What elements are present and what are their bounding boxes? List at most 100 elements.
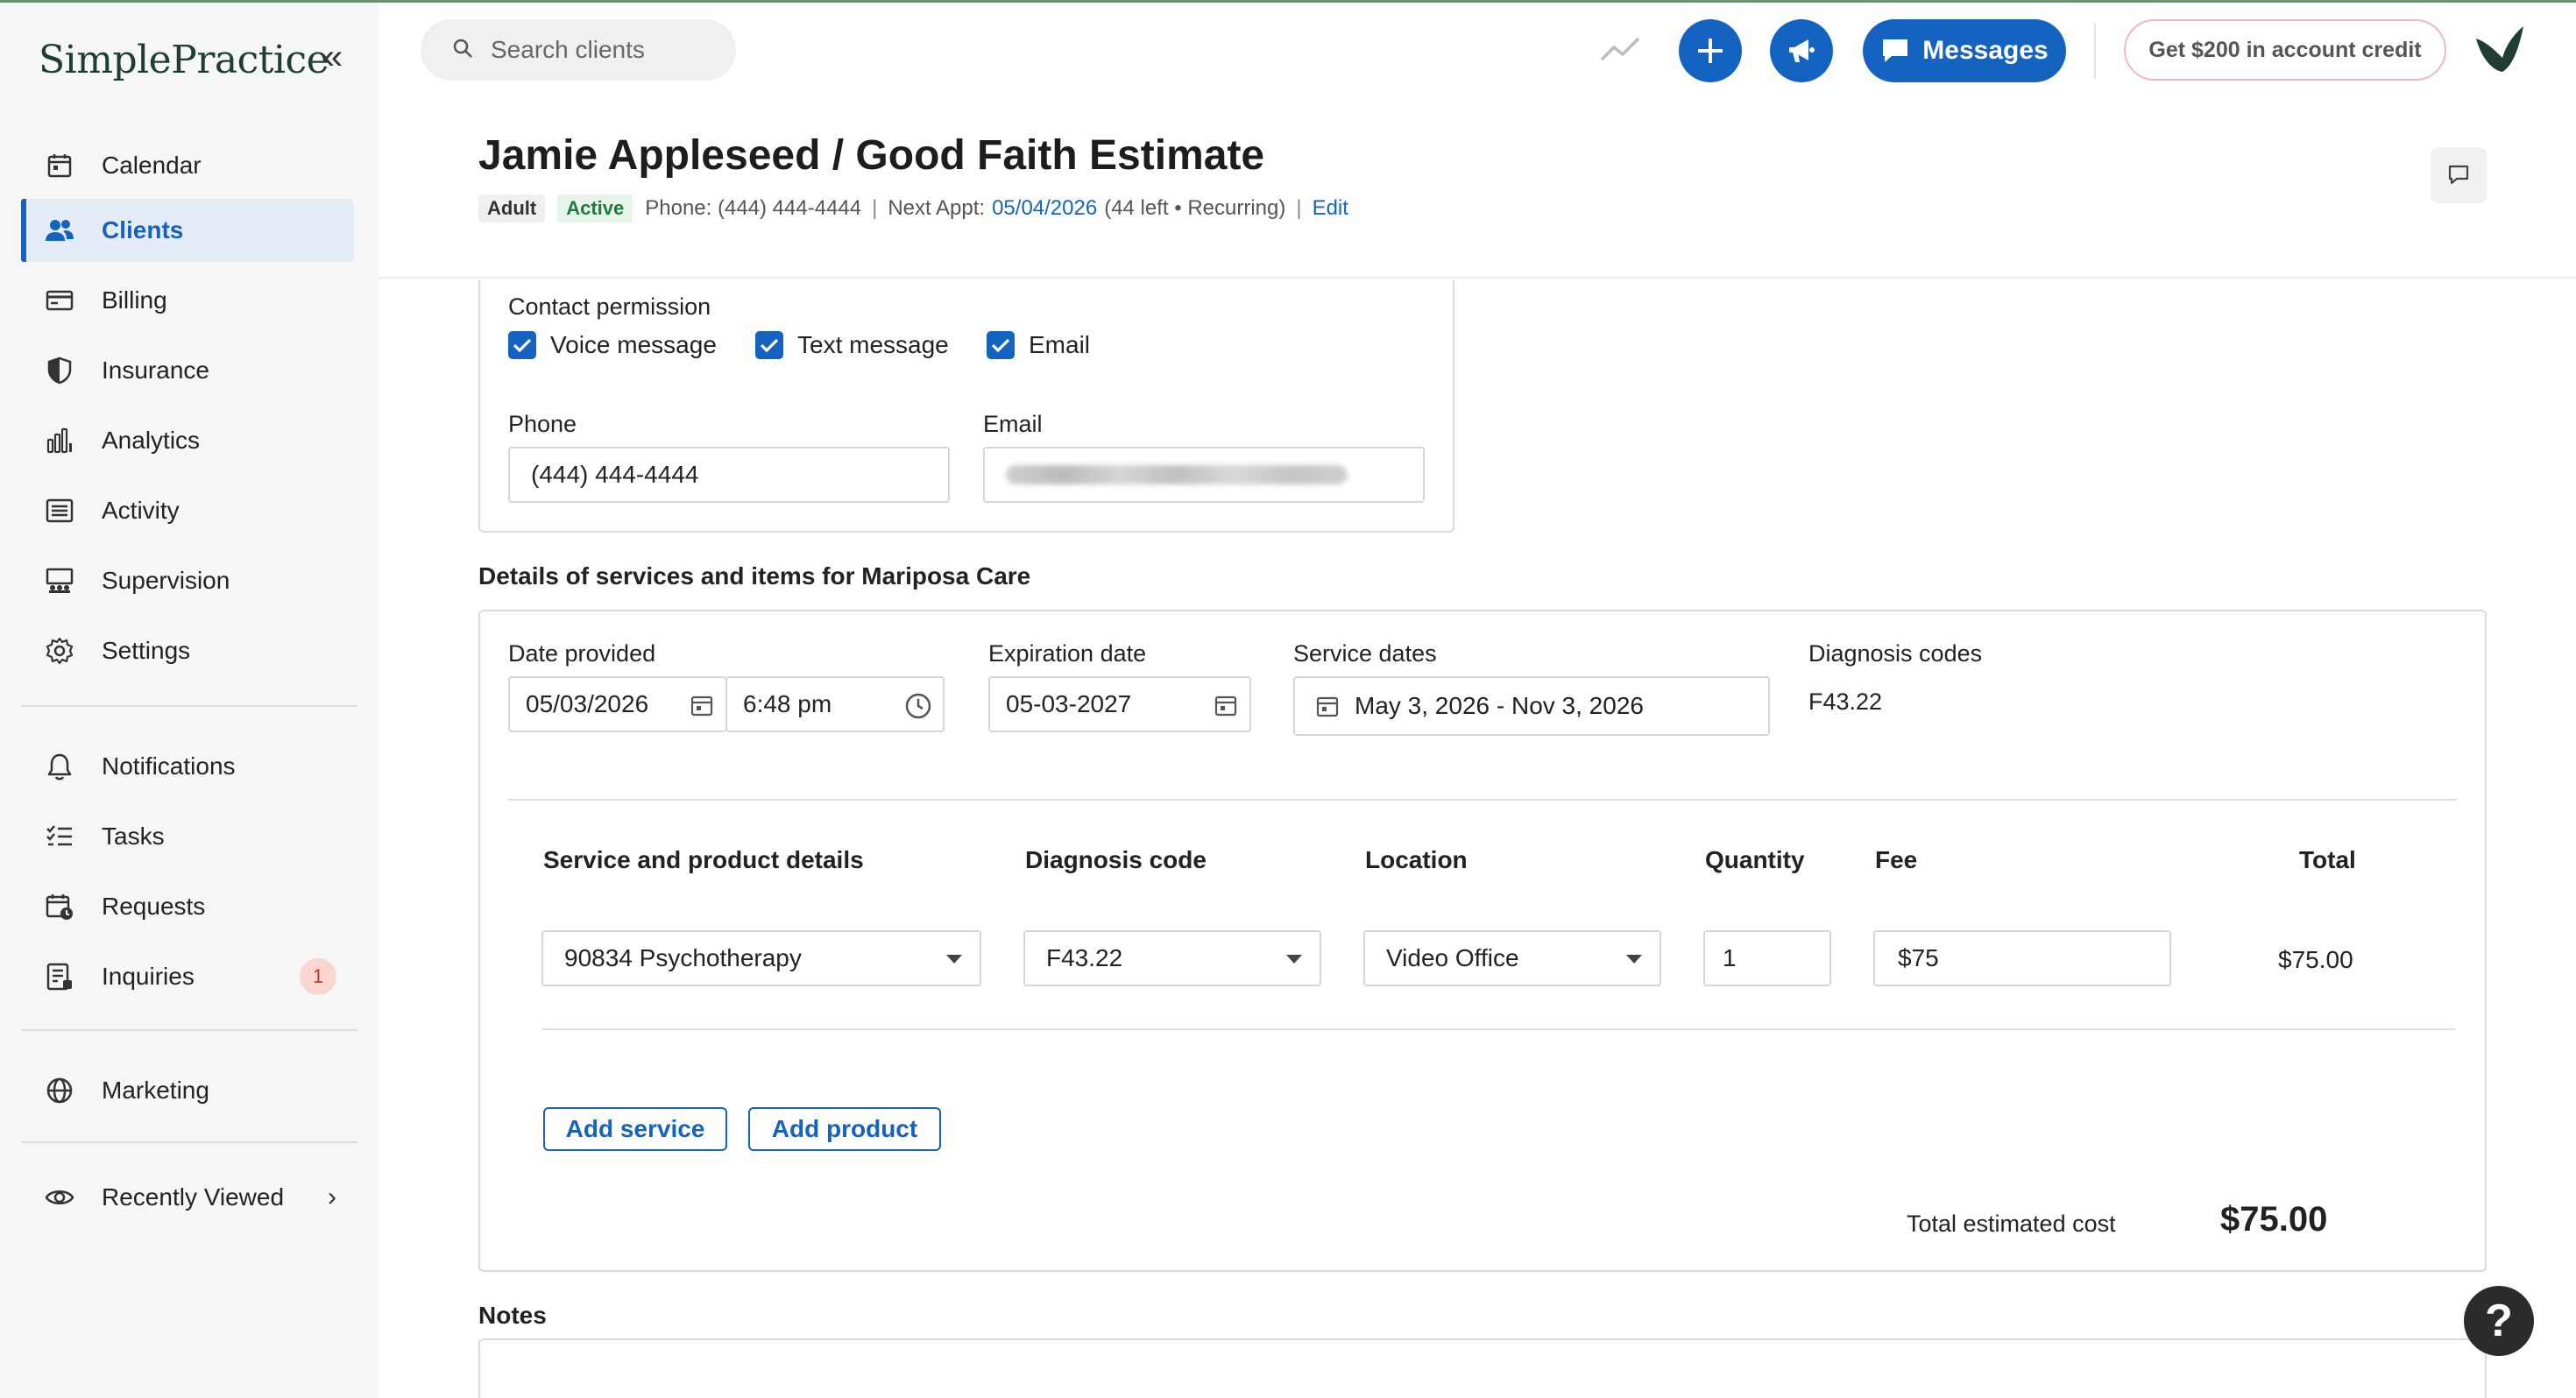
sidebar-item-label: Tasks — [102, 823, 165, 850]
sidebar-item-recently-viewed[interactable]: Recently Viewed › — [21, 1166, 354, 1229]
date-provided-field[interactable]: 05/03/2026 — [508, 676, 727, 732]
quantity-input[interactable]: 1 — [1703, 930, 1831, 986]
column-header-fee: Fee — [1875, 846, 1918, 873]
sidebar: SimplePractice « Calendar Clients Billin… — [0, 3, 379, 1398]
collapse-sidebar-button[interactable]: « — [315, 39, 350, 76]
client-meta: Adult Active Phone: (444) 444-4444 | Nex… — [478, 194, 1348, 222]
phone-field[interactable]: (444) 444-4444 — [508, 447, 950, 503]
section-divider — [508, 799, 2457, 801]
sidebar-divider — [21, 705, 357, 707]
total-estimated-cost-value: $75.00 — [2220, 1200, 2328, 1239]
time-provided-field[interactable]: 6:48 pm — [725, 676, 945, 732]
sidebar-item-billing[interactable]: Billing — [21, 269, 354, 332]
next-appt-date-link[interactable]: 05/04/2026 — [992, 196, 1097, 221]
chevron-down-icon — [946, 955, 962, 964]
supervision-icon — [42, 563, 77, 598]
phone-label: Phone — [508, 411, 577, 437]
brand-avatar-icon[interactable] — [2473, 23, 2530, 81]
sidebar-item-label: Activity — [102, 497, 180, 524]
service-dates-label: Service dates — [1293, 640, 1437, 667]
sidebar-item-marketing[interactable]: Marketing — [21, 1059, 354, 1122]
inquiries-count-badge: 1 — [300, 958, 336, 995]
voice-message-checkbox[interactable]: Voice message — [508, 331, 717, 359]
adult-tag: Adult — [478, 194, 546, 222]
email-field[interactable] — [983, 447, 1425, 503]
date-provided-value: 05/03/2026 — [526, 690, 649, 717]
edit-client-link[interactable]: Edit — [1313, 196, 1348, 221]
chevron-down-icon — [1286, 955, 1302, 964]
sidebar-item-label: Settings — [102, 637, 191, 664]
sidebar-item-label: Insurance — [102, 357, 209, 384]
billing-icon — [42, 283, 77, 318]
redacted-email — [1006, 465, 1348, 484]
messages-label: Messages — [1922, 36, 2049, 65]
service-dates-value: May 3, 2026 - Nov 3, 2026 — [1355, 692, 1644, 719]
row-divider — [541, 1028, 2455, 1030]
sidebar-item-inquiries[interactable]: Inquiries 1 — [21, 945, 354, 1008]
service-select-value: 90834 Psychotherapy — [564, 944, 802, 971]
chat-bubble-icon — [1883, 39, 1908, 62]
account-credit-button[interactable]: Get $200 in account credit — [2124, 19, 2446, 81]
next-appt-label: Next Appt: — [888, 196, 986, 220]
add-product-button[interactable]: Add product — [748, 1107, 941, 1151]
help-button[interactable]: ? — [2464, 1286, 2534, 1356]
sidebar-divider — [21, 1141, 357, 1143]
calendar-icon — [690, 694, 713, 723]
sidebar-item-calendar[interactable]: Calendar — [21, 134, 354, 197]
sidebar-item-activity[interactable]: Activity — [21, 479, 354, 542]
meta-separator: | — [872, 196, 878, 220]
sidebar-item-requests[interactable]: Requests — [21, 875, 354, 938]
fee-input[interactable]: $75 — [1873, 930, 2171, 986]
activity-icon — [42, 493, 77, 528]
sidebar-item-analytics[interactable]: Analytics — [21, 409, 354, 472]
sidebar-item-label: Marketing — [102, 1077, 209, 1104]
insurance-icon — [42, 353, 77, 388]
sidebar-divider — [21, 1029, 357, 1031]
bell-icon — [42, 749, 77, 784]
simplepractice-logo[interactable]: SimplePractice — [39, 38, 329, 82]
checkbox-checked-icon — [987, 331, 1015, 359]
sidebar-item-insurance[interactable]: Insurance — [21, 339, 354, 402]
row-total: $75.00 — [2278, 946, 2353, 973]
sidebar-item-notifications[interactable]: Notifications — [21, 735, 354, 798]
location-select[interactable]: Video Office — [1363, 930, 1661, 986]
expiration-date-label: Expiration date — [988, 640, 1147, 667]
comment-icon — [2448, 165, 2469, 185]
expiration-date-field[interactable]: 05-03-2027 — [988, 676, 1251, 732]
email-checkbox[interactable]: Email — [987, 331, 1090, 359]
text-message-checkbox[interactable]: Text message — [755, 331, 949, 359]
search-input[interactable] — [491, 36, 718, 64]
add-button[interactable] — [1679, 19, 1742, 82]
announcements-button[interactable] — [1770, 19, 1833, 82]
add-service-button[interactable]: Add service — [543, 1107, 727, 1151]
messages-button[interactable]: Messages — [1863, 19, 2066, 82]
diagnosis-select[interactable]: F43.22 — [1023, 930, 1321, 986]
sidebar-item-clients[interactable]: Clients — [21, 199, 354, 262]
text-message-label: Text message — [797, 331, 949, 358]
column-header-total: Total — [2299, 846, 2356, 873]
date-provided-label: Date provided — [508, 640, 656, 667]
sidebar-item-label: Clients — [102, 216, 184, 244]
column-header-diagnosis: Diagnosis code — [1025, 846, 1207, 873]
sidebar-item-label: Inquiries — [102, 963, 195, 990]
comment-button[interactable] — [2431, 147, 2487, 203]
column-header-quantity: Quantity — [1705, 846, 1805, 873]
notes-textarea[interactable] — [478, 1338, 2487, 1398]
service-dates-field[interactable]: May 3, 2026 - Nov 3, 2026 — [1293, 676, 1770, 736]
sidebar-item-tasks[interactable]: Tasks — [21, 805, 354, 868]
diagnosis-codes-value: F43.22 — [1808, 688, 1883, 715]
sidebar-item-supervision[interactable]: Supervision — [21, 549, 354, 612]
globe-icon — [42, 1073, 77, 1108]
client-search[interactable] — [421, 19, 736, 81]
top-accent-line — [0, 0, 2576, 3]
service-select[interactable]: 90834 Psychotherapy — [541, 930, 981, 986]
client-phone: Phone: (444) 444-4444 — [645, 196, 862, 220]
next-appt-extra: (44 left • Recurring) — [1104, 196, 1286, 220]
checkbox-checked-icon — [508, 331, 536, 359]
requests-icon — [42, 889, 77, 924]
services-section-title: Details of services and items for Maripo… — [478, 562, 1031, 590]
trending-icon[interactable] — [1600, 33, 1640, 69]
sidebar-item-label: Calendar — [102, 152, 202, 179]
sidebar-item-settings[interactable]: Settings — [21, 619, 354, 682]
diagnosis-codes-label: Diagnosis codes — [1808, 640, 1983, 667]
